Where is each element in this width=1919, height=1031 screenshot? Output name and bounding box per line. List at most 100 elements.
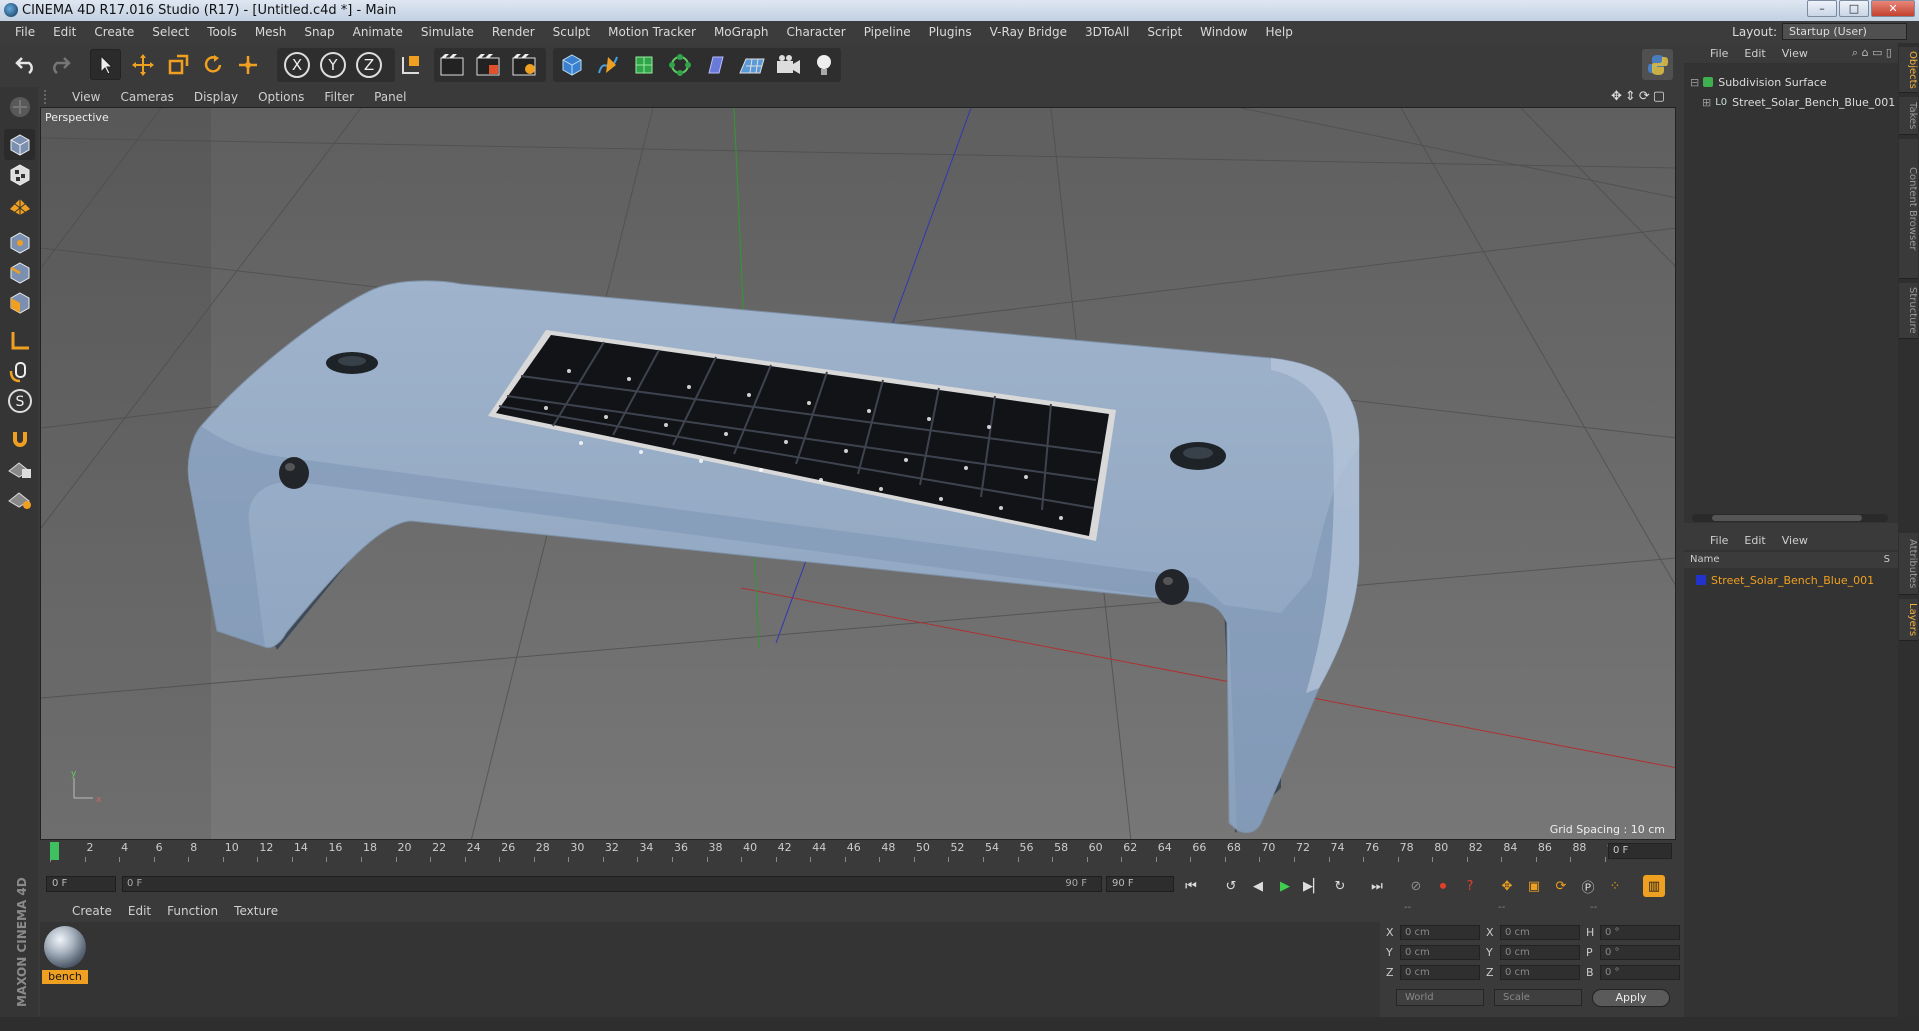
next-key-icon[interactable]: ▶▏	[1302, 875, 1324, 897]
light-icon[interactable]	[808, 49, 839, 80]
go-to-start-icon[interactable]: ⏮	[1180, 875, 1202, 897]
collapse-icon[interactable]: ⊟	[1690, 76, 1699, 89]
z-axis-button[interactable]: Z	[353, 49, 384, 80]
polygons-mode-icon[interactable]	[4, 287, 35, 318]
objects-menu-view[interactable]: View	[1774, 47, 1816, 60]
texture-mode-icon[interactable]	[4, 159, 35, 190]
tab-objects[interactable]: Objects	[1899, 47, 1918, 93]
array-icon[interactable]	[664, 49, 695, 80]
material-menu-edit[interactable]: Edit	[120, 904, 159, 918]
menu-sculpt[interactable]: Sculpt	[544, 25, 599, 39]
tweak-mode-icon[interactable]	[4, 355, 35, 386]
tab-content-browser[interactable]: Content Browser	[1899, 139, 1918, 279]
move-icon[interactable]	[127, 49, 158, 80]
position-y-field[interactable]: 0 cm	[1400, 944, 1480, 960]
menu-simulate[interactable]: Simulate	[412, 25, 483, 39]
start-frame-field[interactable]: 0 F	[46, 876, 116, 892]
keyframe-icon[interactable]: ⊘	[1405, 875, 1427, 897]
frame-ruler[interactable]: 0246810121416182022242628303234363840424…	[50, 840, 1621, 862]
cube-icon[interactable]	[556, 49, 587, 80]
spline-pen-icon[interactable]	[592, 49, 623, 80]
camera-icon[interactable]	[772, 49, 803, 80]
menu-mesh[interactable]: Mesh	[246, 25, 296, 39]
rotation-b-field[interactable]: 0 °	[1600, 964, 1680, 980]
material-menu-create[interactable]: Create	[64, 904, 120, 918]
viewport-menu-panel[interactable]: Panel	[364, 90, 416, 104]
size-mode-select[interactable]: Scale	[1494, 989, 1582, 1006]
render-picture-viewer-icon[interactable]	[472, 49, 503, 80]
multi-transform-icon[interactable]	[232, 49, 263, 80]
expand-icon[interactable]: ⊞	[1702, 96, 1711, 109]
menu-plugins[interactable]: Plugins	[920, 25, 981, 39]
viewport-menu-options[interactable]: Options	[248, 90, 314, 104]
layer-color-swatch[interactable]	[1696, 575, 1706, 585]
position-x-field[interactable]: 0 cm	[1400, 924, 1480, 940]
layer-row[interactable]: Street_Solar_Bench_Blue_001	[1696, 571, 1874, 589]
tab-layers[interactable]: Layers	[1899, 599, 1918, 641]
python-icon[interactable]	[1642, 49, 1673, 80]
rotation-p-field[interactable]: 0 °	[1600, 944, 1680, 960]
layers-menu-file[interactable]: File	[1702, 534, 1736, 547]
menu-character[interactable]: Character	[777, 25, 854, 39]
go-to-end-icon[interactable]: ⏭	[1366, 875, 1388, 897]
key-pla-icon[interactable]: ⁘	[1604, 875, 1626, 897]
menu-animate[interactable]: Animate	[344, 25, 412, 39]
perspective-viewport[interactable]: y x Perspective Grid Spacing : 10 cm	[40, 107, 1676, 840]
coordinate-space-select[interactable]: World	[1396, 989, 1484, 1006]
select-icon[interactable]	[90, 49, 121, 80]
objects-menu-edit[interactable]: Edit	[1736, 47, 1773, 60]
step-forward-icon[interactable]: ↻	[1329, 875, 1351, 897]
material-menu-texture[interactable]: Texture	[226, 904, 286, 918]
edges-mode-icon[interactable]	[4, 257, 35, 288]
key-move-icon[interactable]: ✥	[1496, 875, 1518, 897]
material-menu-function[interactable]: Function	[159, 904, 226, 918]
objects-search-icon[interactable]: ⌕ ⌂ ▭ ▯	[1852, 46, 1892, 60]
viewport-nav-icons[interactable]: ✥⇕⟳▢	[1611, 89, 1668, 104]
floor-icon[interactable]	[736, 49, 767, 80]
playhead[interactable]	[50, 842, 59, 860]
material-swatch[interactable]: bench	[42, 926, 88, 986]
key-param-icon[interactable]: Ⓟ	[1577, 875, 1599, 897]
layers-menu-edit[interactable]: Edit	[1736, 534, 1773, 547]
deformer-icon[interactable]	[700, 49, 731, 80]
y-axis-button[interactable]: Y	[317, 49, 348, 80]
layout-select[interactable]: Startup (User)	[1782, 23, 1907, 40]
object-row-subdivision[interactable]: ⊟ Subdivision Surface	[1690, 73, 1827, 91]
rotate-icon[interactable]	[197, 49, 228, 80]
minimize-button[interactable]: –	[1807, 0, 1837, 17]
x-axis-button[interactable]: X	[281, 49, 312, 80]
key-rotate-icon[interactable]: ⟳	[1550, 875, 1572, 897]
close-button[interactable]: ✕	[1871, 0, 1915, 17]
scale-icon[interactable]	[162, 49, 193, 80]
make-editable-icon[interactable]	[4, 91, 35, 122]
axis-mode-icon[interactable]	[4, 325, 35, 356]
magnet-icon[interactable]	[4, 423, 35, 454]
menu-file[interactable]: File	[6, 25, 44, 39]
viewport-menu-display[interactable]: Display	[184, 90, 248, 104]
key-scale-icon[interactable]: ▣	[1523, 875, 1545, 897]
tab-takes[interactable]: Takes	[1899, 97, 1918, 135]
end-frame-field[interactable]: 90 F	[1106, 876, 1174, 892]
menu-edit[interactable]: Edit	[44, 25, 85, 39]
objects-scrollbar[interactable]	[1692, 514, 1888, 522]
planar-workplane-icon[interactable]	[4, 483, 35, 514]
layers-menu-view[interactable]: View	[1774, 534, 1816, 547]
size-y-field[interactable]: 0 cm	[1500, 944, 1580, 960]
tab-attributes[interactable]: Attributes	[1899, 533, 1918, 595]
object-row-bench[interactable]: ⊞ L0 Street_Solar_Bench_Blue_001	[1702, 93, 1895, 111]
viewport-menu-view[interactable]: View	[62, 90, 110, 104]
autokey-icon[interactable]: ?	[1459, 875, 1481, 897]
menu-motion-tracker[interactable]: Motion Tracker	[599, 25, 705, 39]
maximize-button[interactable]: □	[1839, 0, 1869, 17]
menu-mograph[interactable]: MoGraph	[705, 25, 778, 39]
menu-select[interactable]: Select	[143, 25, 198, 39]
frame-range-slider[interactable]: 0 F 90 F	[122, 876, 1102, 892]
record-icon[interactable]: ⏺	[1432, 875, 1454, 897]
render-view-icon[interactable]	[436, 49, 467, 80]
menu-create[interactable]: Create	[85, 25, 143, 39]
current-frame-field[interactable]: 0 F	[1608, 843, 1672, 859]
workplane-mode-icon[interactable]	[4, 189, 35, 220]
snap-icon[interactable]: S	[4, 385, 35, 416]
timeline-ruler[interactable]: 0246810121416182022242628303234363840424…	[40, 840, 1676, 862]
subdivision-surface-icon[interactable]	[628, 49, 659, 80]
